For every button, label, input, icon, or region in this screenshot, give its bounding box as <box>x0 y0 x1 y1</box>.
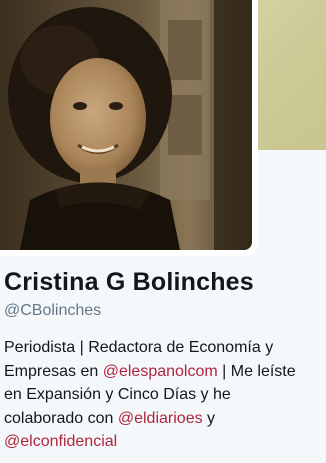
bio-line-2: Empresas en @elespanolcom | Me leíste <box>4 360 322 384</box>
bio-text: Empresas en <box>4 362 103 380</box>
bio-line-5: @elconfidencial <box>4 430 322 454</box>
bio-line-3: en Expansión y Cinco Días y he <box>4 386 231 403</box>
mention-link-elespanolcom[interactable]: @elespanolcom <box>103 363 218 380</box>
profile-bio: Periodista | Redactora de Economía y Emp… <box>4 336 322 454</box>
bio-line-1: Periodista | Redactora de Economía y <box>4 339 274 356</box>
bio-line-4: colaborado con @eldiarioes y <box>4 407 322 431</box>
bio-text: | Me leíste <box>217 362 296 380</box>
profile-avatar[interactable] <box>0 0 252 250</box>
profile-name[interactable]: Cristina G Bolinches <box>4 268 254 297</box>
profile-handle[interactable]: @CBolinches <box>4 302 101 320</box>
bio-text: y <box>202 409 216 427</box>
profile-avatar-frame <box>0 0 258 256</box>
mention-link-elconfidencial[interactable]: @elconfidencial <box>4 433 117 450</box>
mention-link-eldiarioes[interactable]: @eldiarioes <box>118 410 203 427</box>
bio-text: colaborado con <box>4 409 118 427</box>
